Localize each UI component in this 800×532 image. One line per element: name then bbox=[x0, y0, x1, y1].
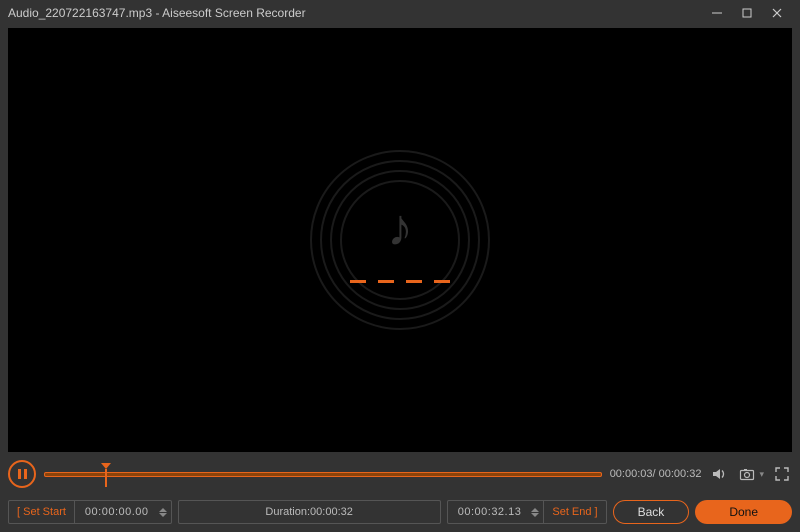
chevron-up-icon bbox=[531, 508, 539, 512]
close-icon bbox=[771, 7, 783, 19]
preview-area: ♪ bbox=[8, 28, 792, 452]
start-time-stepper[interactable] bbox=[159, 508, 171, 517]
volume-icon bbox=[711, 466, 727, 482]
current-time: 00:00:03 bbox=[610, 468, 653, 480]
back-button[interactable]: Back bbox=[613, 500, 690, 524]
trim-bar: [ Set Start 00:00:00.00 Duration:00:00:3… bbox=[8, 498, 792, 526]
end-time-stepper[interactable] bbox=[531, 508, 543, 517]
clip-end-group: 00:00:32.13 Set End ] bbox=[447, 500, 607, 524]
start-time-field[interactable]: 00:00:00.00 bbox=[75, 506, 159, 518]
clip-start-group: [ Set Start 00:00:00.00 bbox=[8, 500, 172, 524]
viz-dash bbox=[378, 280, 394, 283]
done-button[interactable]: Done bbox=[695, 500, 792, 524]
snapshot-button[interactable] bbox=[737, 464, 757, 484]
playback-controls: 00:00:03/ 00:00:32 ▾ bbox=[8, 456, 792, 492]
set-start-button[interactable]: [ Set Start bbox=[9, 501, 74, 523]
seek-progress bbox=[45, 469, 106, 481]
maximize-icon bbox=[741, 7, 753, 19]
duration-label: Duration: bbox=[265, 506, 310, 518]
volume-button[interactable] bbox=[709, 464, 729, 484]
window-title: Audio_220722163747.mp3 - Aiseesoft Scree… bbox=[8, 6, 702, 20]
duration-value: 00:00:32 bbox=[310, 506, 353, 518]
end-time-field[interactable]: 00:00:32.13 bbox=[448, 506, 532, 518]
viz-dash bbox=[406, 280, 422, 283]
viz-dashes bbox=[350, 280, 450, 283]
filename: Audio_220722163747.mp3 bbox=[8, 6, 152, 20]
app-name: Aiseesoft Screen Recorder bbox=[162, 6, 305, 20]
snapshot-chevron-icon[interactable]: ▾ bbox=[759, 469, 764, 480]
close-button[interactable] bbox=[762, 3, 792, 23]
chevron-up-icon bbox=[159, 508, 167, 512]
audio-visualizer: ♪ bbox=[290, 130, 510, 350]
seek-bar[interactable] bbox=[44, 468, 602, 480]
minimize-button[interactable] bbox=[702, 3, 732, 23]
minimize-icon bbox=[711, 7, 723, 19]
fullscreen-button[interactable] bbox=[772, 464, 792, 484]
chevron-down-icon bbox=[159, 513, 167, 517]
chevron-down-icon bbox=[531, 513, 539, 517]
set-end-button[interactable]: Set End ] bbox=[544, 501, 605, 523]
titlebar: Audio_220722163747.mp3 - Aiseesoft Scree… bbox=[0, 0, 800, 26]
duration-display: Duration:00:00:32 bbox=[178, 500, 441, 524]
pause-button[interactable] bbox=[8, 460, 36, 488]
total-time: 00:00:32 bbox=[659, 468, 702, 480]
viz-dash bbox=[350, 280, 366, 283]
pause-icon bbox=[18, 469, 27, 479]
seek-track bbox=[44, 472, 602, 477]
camera-icon bbox=[739, 466, 755, 482]
seek-handle[interactable] bbox=[101, 463, 111, 469]
viz-dash bbox=[434, 280, 450, 283]
music-note-icon: ♪ bbox=[387, 198, 413, 258]
maximize-button[interactable] bbox=[732, 3, 762, 23]
fullscreen-icon bbox=[774, 466, 790, 482]
time-display: 00:00:03/ 00:00:32 bbox=[610, 468, 702, 480]
title-separator: - bbox=[152, 6, 162, 20]
